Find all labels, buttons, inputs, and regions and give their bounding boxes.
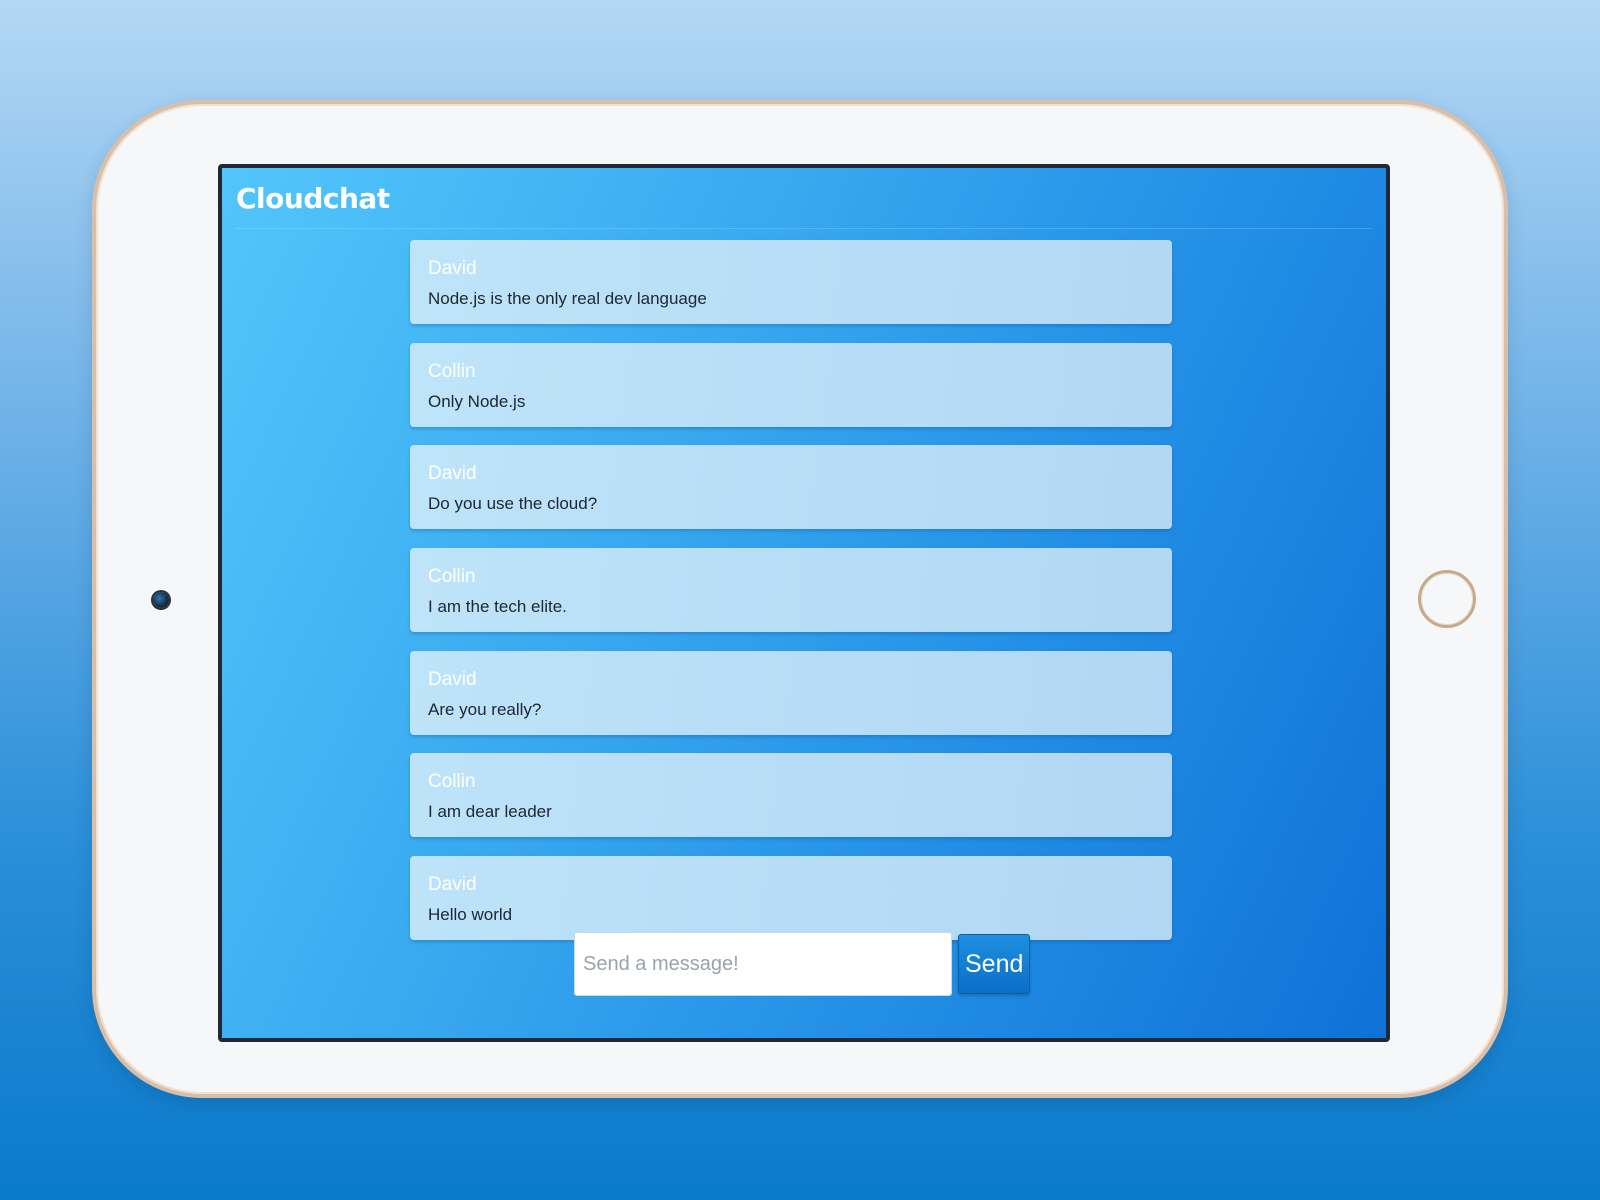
message-author: David bbox=[428, 874, 477, 896]
message-text: I am the tech elite. bbox=[428, 597, 567, 617]
tablet-device-frame: Cloudchat David Node.js is the only real… bbox=[92, 100, 1508, 1098]
message-card: David Hello world bbox=[410, 856, 1172, 941]
send-button[interactable]: Send bbox=[958, 934, 1030, 994]
app-header: Cloudchat bbox=[236, 168, 1372, 229]
app-title: Cloudchat bbox=[236, 182, 390, 215]
home-button-icon[interactable] bbox=[1418, 570, 1476, 628]
message-text: Node.js is the only real dev language bbox=[428, 289, 707, 308]
message-card: Collin I am the tech elite. bbox=[410, 548, 1172, 633]
message-author: Collin bbox=[428, 360, 476, 382]
app-screen: Cloudchat David Node.js is the only real… bbox=[218, 164, 1390, 1042]
message-input[interactable] bbox=[574, 932, 952, 996]
message-card: Collin Only Node.js bbox=[410, 342, 1172, 427]
message-author: Collin bbox=[428, 771, 476, 793]
message-text: Do you use the cloud? bbox=[428, 494, 598, 514]
message-author: David bbox=[428, 668, 477, 690]
message-author: David bbox=[428, 258, 477, 279]
message-card: David Are you really? bbox=[410, 650, 1172, 735]
message-text: I am dear leader bbox=[428, 802, 552, 822]
message-composer: Send bbox=[574, 932, 1030, 996]
message-card: Collin I am dear leader bbox=[410, 753, 1172, 838]
camera-icon bbox=[153, 592, 169, 608]
message-card: David Node.js is the only real dev langu… bbox=[410, 240, 1172, 324]
message-card: David Do you use the cloud? bbox=[410, 445, 1172, 530]
message-text: Are you really? bbox=[428, 699, 542, 719]
message-author: Collin bbox=[428, 566, 476, 588]
message-author: David bbox=[428, 463, 477, 485]
message-list: David Node.js is the only real dev langu… bbox=[410, 240, 1172, 959]
message-text: Hello world bbox=[428, 905, 513, 925]
message-text: Only Node.js bbox=[428, 391, 526, 411]
